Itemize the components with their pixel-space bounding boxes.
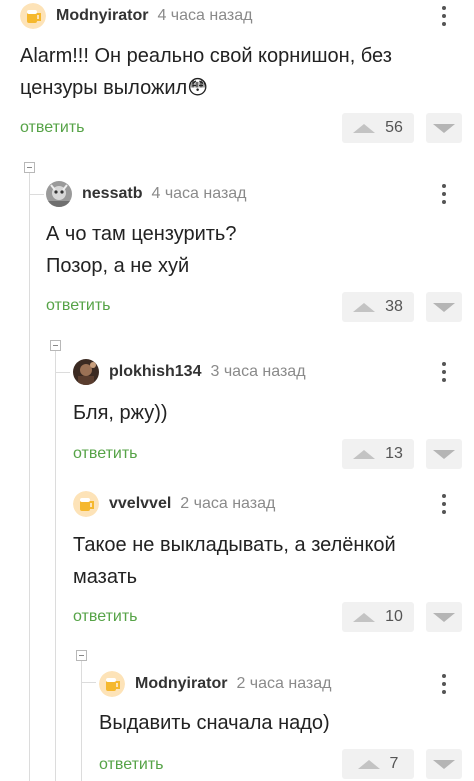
vote-controls: 38 [342, 292, 462, 322]
triangle-up-icon [353, 612, 376, 622]
thread-elbow [55, 351, 70, 373]
minus-icon [53, 345, 58, 346]
reply-button[interactable]: ответить [20, 119, 85, 137]
more-vertical-icon[interactable] [436, 492, 452, 516]
triangle-down-icon [433, 302, 455, 312]
upvote-button[interactable]: 56 [342, 113, 414, 143]
collapse-thread-button[interactable] [76, 650, 87, 661]
triangle-up-icon [353, 302, 376, 312]
author-name[interactable]: vvelvvel [109, 495, 171, 513]
thread-elbow [29, 173, 44, 195]
comment-text-line: Alarm!!! Он реально свой корнишон, без [20, 45, 392, 67]
triangle-down-icon [433, 123, 455, 133]
comment-header: Modnyirator 4 часа назад [20, 2, 253, 30]
vote-controls: 56 [342, 113, 462, 143]
thread-elbow [81, 661, 96, 683]
upvote-button[interactable]: 7 [342, 749, 414, 779]
vote-count: 38 [385, 298, 403, 315]
more-vertical-icon[interactable] [436, 672, 452, 696]
comment-header: nessatb 4 часа назад [46, 180, 247, 208]
comment-time: 2 часа назад [180, 495, 276, 512]
avatar[interactable] [99, 671, 125, 697]
reply-button[interactable]: ответить [99, 756, 164, 774]
triangle-up-icon [353, 123, 376, 133]
triangle-up-icon [353, 449, 376, 459]
comment-text-line: А чо там цензурить? [46, 223, 237, 245]
avatar[interactable] [73, 359, 99, 385]
comment-text-line: Такое не выкладывать, а зелёнкой [73, 534, 396, 556]
upvote-button[interactable]: 13 [342, 439, 414, 469]
downvote-button[interactable] [426, 749, 462, 779]
downvote-button[interactable] [426, 439, 462, 469]
comment-header: plokhish134 3 часа назад [73, 358, 306, 386]
reply-button[interactable]: ответить [73, 608, 138, 626]
vote-count: 56 [385, 119, 403, 136]
more-vertical-icon[interactable] [436, 182, 452, 206]
vote-count: 7 [389, 755, 399, 772]
comment-text-line: Бля, ржу)) [73, 402, 168, 424]
comment-text-line: цензуры выложил😳 [20, 77, 209, 99]
comment-time: 3 часа назад [210, 363, 306, 380]
vote-controls: 10 [342, 602, 462, 632]
comment-header: vvelvvel 2 часа назад [73, 490, 275, 518]
reply-button[interactable]: ответить [46, 297, 111, 315]
vote-controls: 7 [342, 749, 462, 779]
comment-time: 2 часа назад [236, 675, 332, 692]
upvote-button[interactable]: 10 [342, 602, 414, 632]
author-name[interactable]: Modnyirator [56, 7, 148, 25]
more-vertical-icon[interactable] [436, 4, 452, 28]
avatar[interactable] [46, 181, 72, 207]
comment-text: Выдавить сначала надо) [99, 707, 464, 739]
minus-icon [79, 655, 84, 656]
author-name[interactable]: plokhish134 [109, 363, 201, 381]
comment-text: Такое не выкладывать, а зелёнкой мазать [73, 529, 464, 593]
upvote-button[interactable]: 38 [342, 292, 414, 322]
downvote-button[interactable] [426, 292, 462, 322]
vote-controls: 13 [342, 439, 462, 469]
minus-icon [27, 167, 32, 168]
comment-text-line: Выдавить сначала надо) [99, 712, 330, 734]
comment-header: Modnyirator 2 часа назад [99, 670, 332, 698]
comment-text: Alarm!!! Он реально свой корнишон, без ц… [20, 40, 464, 104]
vote-count: 10 [385, 608, 403, 625]
vote-count: 13 [385, 445, 403, 462]
comment-time: 4 часа назад [157, 7, 253, 24]
avatar[interactable] [73, 491, 99, 517]
thread-line [81, 682, 82, 781]
avatar[interactable] [20, 3, 46, 29]
collapse-thread-button[interactable] [50, 340, 61, 351]
thread-line [55, 372, 56, 781]
triangle-up-icon [357, 759, 380, 769]
comment-text: А чо там цензурить? Позор, а не хуй [46, 218, 464, 282]
collapse-thread-button[interactable] [24, 162, 35, 173]
comment-time: 4 часа назад [151, 185, 247, 202]
comment-text-line: мазать [73, 566, 138, 588]
thread-line [29, 194, 30, 781]
comment-text: Бля, ржу)) [73, 397, 464, 429]
author-name[interactable]: nessatb [82, 185, 142, 203]
comment-text-line: Позор, а не хуй [46, 255, 190, 277]
triangle-down-icon [433, 759, 455, 769]
downvote-button[interactable] [426, 113, 462, 143]
triangle-down-icon [433, 449, 455, 459]
downvote-button[interactable] [426, 602, 462, 632]
reply-button[interactable]: ответить [73, 445, 138, 463]
triangle-down-icon [433, 612, 455, 622]
author-name[interactable]: Modnyirator [135, 675, 227, 693]
more-vertical-icon[interactable] [436, 360, 452, 384]
